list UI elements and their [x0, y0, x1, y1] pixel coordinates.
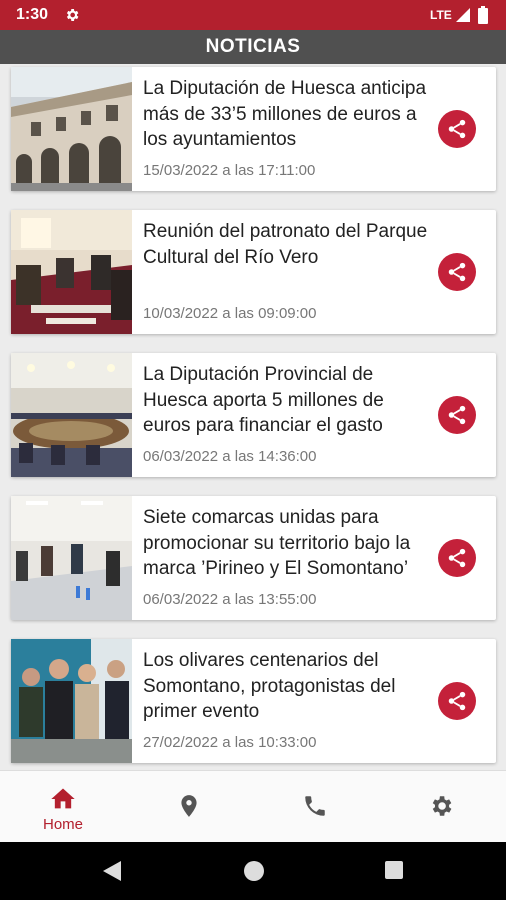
share-button[interactable]	[438, 253, 476, 291]
news-title: Los olivares centenarios del Somontano, …	[143, 650, 396, 722]
settings-notification-icon	[64, 7, 80, 28]
news-date: 27/02/2022 a las 10:33:00	[143, 734, 317, 751]
nav-phone[interactable]	[252, 771, 378, 843]
news-title: La Diputación Provincial de Huesca aport…	[143, 364, 384, 436]
news-title: Siete comarcas unidas para promocionar s…	[143, 507, 411, 579]
status-time: 1:30	[16, 6, 49, 23]
news-date: 06/03/2022 a las 13:55:00	[143, 591, 317, 608]
battery-icon	[478, 6, 488, 29]
news-thumbnail	[11, 353, 132, 477]
share-icon	[448, 262, 466, 282]
home-icon	[51, 788, 75, 809]
share-icon	[448, 691, 466, 711]
news-date: 10/03/2022 a las 09:09:00	[143, 305, 317, 322]
news-thumbnail	[11, 639, 132, 763]
news-thumbnail	[11, 67, 132, 191]
news-card[interactable]: Siete comarcas unidas para promocionar s…	[11, 496, 496, 620]
share-button[interactable]	[438, 110, 476, 148]
news-card[interactable]: La Diputación Provincial de Huesca aport…	[11, 353, 496, 477]
share-icon	[448, 119, 466, 139]
share-button[interactable]	[438, 539, 476, 577]
share-icon	[448, 405, 466, 425]
network-type: LTE	[430, 8, 452, 22]
news-title: Reunión del patronato del Parque Cultura…	[143, 221, 428, 268]
back-icon[interactable]	[101, 860, 123, 882]
status-bar: 1:30 LTE	[0, 0, 506, 30]
share-icon	[448, 548, 466, 568]
phone-icon	[305, 796, 325, 816]
nav-home[interactable]: Home	[0, 771, 126, 843]
news-card[interactable]: Reunión del patronato del Parque Cultura…	[11, 210, 496, 334]
nav-settings[interactable]	[378, 771, 504, 843]
share-button[interactable]	[438, 682, 476, 720]
news-card[interactable]: Los olivares centenarios del Somontano, …	[11, 639, 496, 763]
signal-icon	[455, 7, 471, 28]
system-nav-bar	[0, 842, 506, 900]
recents-icon[interactable]	[384, 860, 404, 880]
bottom-nav: Home	[0, 770, 506, 843]
nav-home-label: Home	[42, 816, 83, 833]
news-list[interactable]: La Diputación de Huesca anticipa más de …	[0, 64, 506, 770]
home-circle-icon[interactable]	[243, 860, 265, 882]
news-date: 15/03/2022 a las 17:11:00	[143, 162, 316, 179]
news-card[interactable]: La Diputación de Huesca anticipa más de …	[11, 67, 496, 191]
share-button[interactable]	[438, 396, 476, 434]
page-title: NOTICIAS	[0, 30, 506, 64]
settings-icon	[432, 796, 452, 816]
news-date: 06/03/2022 a las 14:36:00	[143, 448, 317, 465]
news-title: La Diputación de Huesca anticipa más de …	[143, 78, 427, 150]
nav-location[interactable]	[126, 771, 252, 843]
news-thumbnail	[11, 210, 132, 334]
location-icon	[181, 795, 197, 817]
news-thumbnail	[11, 496, 132, 620]
